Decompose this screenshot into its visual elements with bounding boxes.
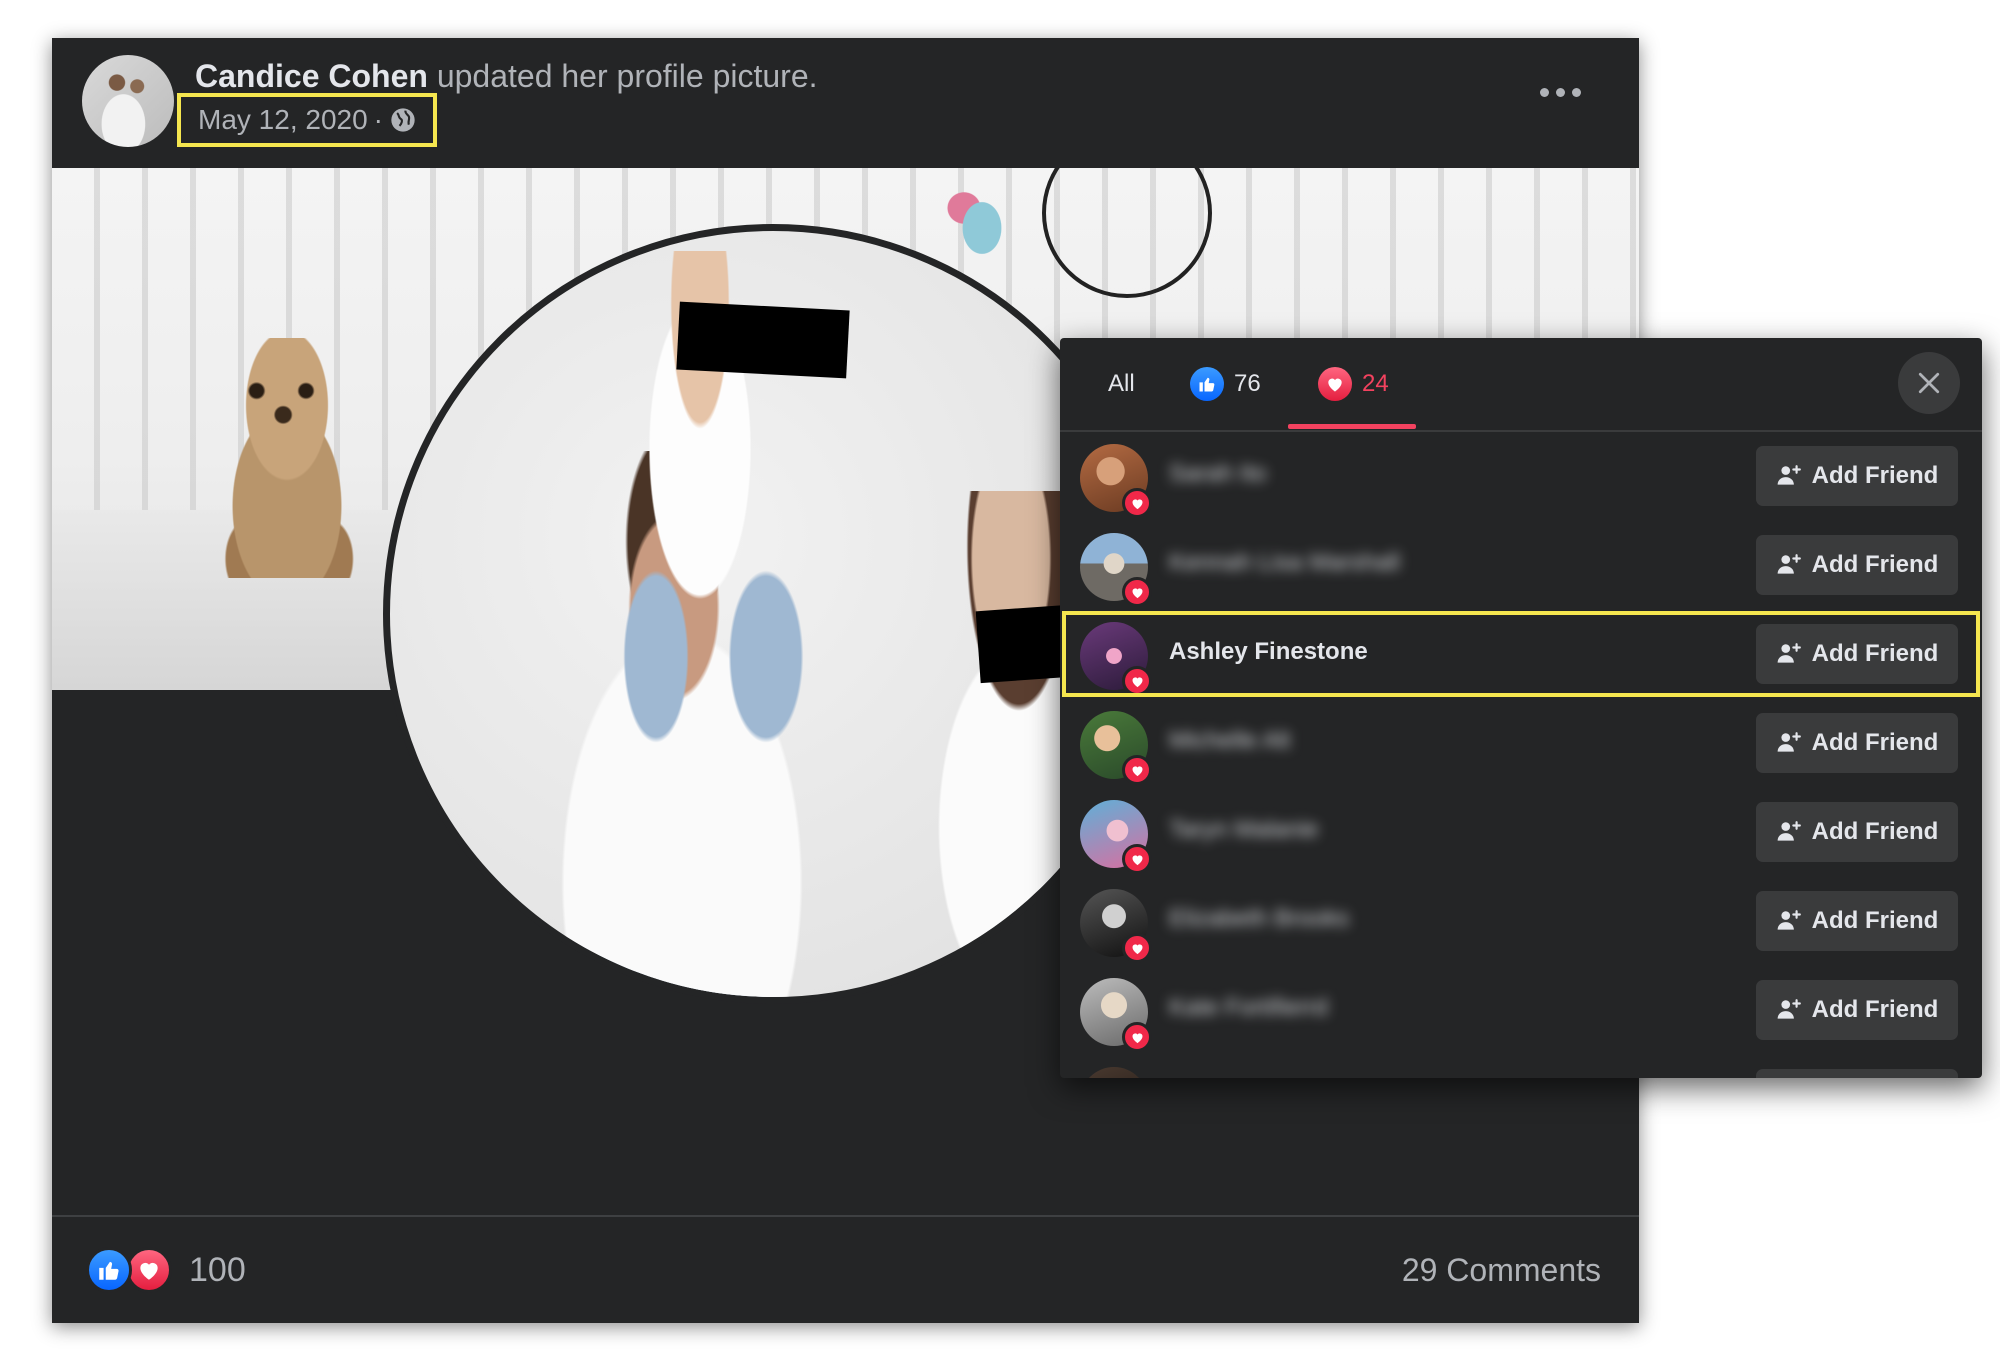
add-friend-button[interactable]: Add Friend: [1756, 802, 1958, 862]
toy-image: [937, 168, 1027, 268]
reaction-tabs: All 76 24: [1060, 338, 1982, 432]
add-friend-icon: [1777, 910, 1801, 930]
reactions-dialog: All 76 24 Sarah Ito Add Friend Kennah Lisa…: [1060, 338, 1982, 1078]
tab-like[interactable]: 76: [1190, 338, 1261, 430]
add-friend-button[interactable]: Add Friend: [1756, 891, 1958, 951]
love-badge-icon: [1122, 488, 1152, 518]
more-horizontal-icon[interactable]: [1540, 88, 1581, 97]
add-friend-icon: [1777, 821, 1801, 841]
tab-love[interactable]: 24: [1318, 338, 1389, 430]
globe-icon[interactable]: [389, 106, 417, 134]
love-badge-icon: [1122, 666, 1152, 696]
reaction-icons[interactable]: [86, 1247, 172, 1293]
reactor-avatar: [1080, 1067, 1148, 1078]
love-badge-icon: [1122, 1022, 1152, 1052]
add-friend-icon: [1777, 465, 1801, 485]
reactor-name[interactable]: Ashley Finestone: [1169, 638, 1368, 666]
add-friend-button[interactable]: Add Friend: [1756, 624, 1958, 684]
reactor-row[interactable]: Ashley Finestone Add Friend: [1060, 610, 1982, 699]
reactor-avatar[interactable]: [1080, 711, 1152, 785]
add-friend-label: Add Friend: [1811, 462, 1939, 489]
add-friend-button[interactable]: Add Friend: [1756, 713, 1958, 773]
reactor-row[interactable]: Sarah Ito Add Friend: [1060, 432, 1982, 521]
tab-all[interactable]: All: [1108, 338, 1135, 430]
reactor-row[interactable]: Kate Fortifierrd Add Friend: [1060, 966, 1982, 1055]
close-button[interactable]: [1898, 352, 1960, 414]
reactor-row[interactable]: Taryn Malanie Add Friend: [1060, 788, 1982, 877]
reactor-avatar[interactable]: [1080, 533, 1152, 607]
reactor-avatar[interactable]: [1080, 800, 1152, 874]
add-friend-button[interactable]: Add Friend: [1756, 535, 1958, 595]
tab-like-count: 76: [1234, 370, 1261, 397]
add-friend-label: Add Friend: [1811, 729, 1939, 756]
post-meta: May 12, 2020 ·: [177, 93, 437, 147]
add-friend-label: Add Friend: [1811, 907, 1939, 934]
add-friend-icon: [1777, 554, 1801, 574]
post-date[interactable]: May 12, 2020: [198, 104, 368, 136]
reactor-name[interactable]: Elizabeth Brooks: [1169, 905, 1349, 933]
reactor-name[interactable]: Taryn Malanie: [1169, 816, 1318, 844]
like-icon: [86, 1247, 132, 1293]
avatar-image: [1080, 1067, 1148, 1078]
close-icon: [1918, 372, 1940, 394]
add-friend-button[interactable]: Add Friend: [1756, 980, 1958, 1040]
add-friend-label: Add Friend: [1811, 996, 1939, 1023]
add-friend-icon: [1777, 999, 1801, 1019]
reactor-name[interactable]: Kate Fortifierrd: [1169, 994, 1328, 1022]
love-icon: [1318, 367, 1352, 401]
reactor-name[interactable]: Michelle Alt: [1169, 727, 1290, 755]
author-name[interactable]: Candice Cohen: [195, 58, 428, 94]
reactor-name[interactable]: Sarah Ito: [1169, 460, 1266, 488]
love-badge-icon: [1122, 844, 1152, 874]
post-title: Candice Cohen updated her profile pictur…: [195, 58, 818, 95]
reactor-avatar[interactable]: [1080, 978, 1152, 1052]
add-friend-icon: [1777, 643, 1801, 663]
add-friend-button[interactable]: Add Friend: [1756, 446, 1958, 506]
active-tab-indicator: [1288, 424, 1416, 429]
dog-image: [192, 338, 382, 578]
tab-all-label: All: [1108, 370, 1135, 397]
reactor-name[interactable]: Kennah Lisa Marshall: [1169, 549, 1400, 577]
reaction-count[interactable]: 100: [189, 1247, 246, 1293]
dreamcatcher-image: [1042, 168, 1212, 298]
add-friend-button[interactable]: [1756, 1069, 1958, 1078]
love-badge-icon: [1122, 577, 1152, 607]
profile-picture[interactable]: [383, 224, 1163, 1004]
add-friend-label: Add Friend: [1811, 640, 1939, 667]
reactor-avatar[interactable]: [1080, 889, 1152, 963]
post-action: updated her profile picture.: [436, 58, 818, 94]
tab-love-count: 24: [1362, 370, 1389, 397]
love-icon: [126, 1247, 172, 1293]
add-friend-label: Add Friend: [1811, 818, 1939, 845]
add-friend-icon: [1777, 732, 1801, 752]
like-icon: [1190, 367, 1224, 401]
meta-separator: ·: [373, 104, 383, 135]
reactor-row[interactable]: Elizabeth Brooks Add Friend: [1060, 877, 1982, 966]
reactor-row[interactable]: Michelle Alt Add Friend: [1060, 699, 1982, 788]
reactor-avatar[interactable]: [1080, 444, 1152, 518]
post-header: Candice Cohen updated her profile pictur…: [52, 38, 1639, 168]
reactor-avatar[interactable]: [1080, 622, 1152, 696]
author-avatar[interactable]: [82, 55, 174, 147]
redaction-bar: [676, 301, 850, 379]
reactors-list[interactable]: Sarah Ito Add Friend Kennah Lisa Marshall A…: [1060, 432, 1982, 1078]
love-badge-icon: [1122, 755, 1152, 785]
love-badge-icon: [1122, 933, 1152, 963]
comments-link[interactable]: 29 Comments: [1402, 1247, 1601, 1293]
reactor-row-partial: [1060, 1055, 1982, 1078]
add-friend-label: Add Friend: [1811, 551, 1939, 578]
post-footer: 100 29 Comments: [52, 1215, 1639, 1325]
reactor-row[interactable]: Kennah Lisa Marshall Add Friend: [1060, 521, 1982, 610]
